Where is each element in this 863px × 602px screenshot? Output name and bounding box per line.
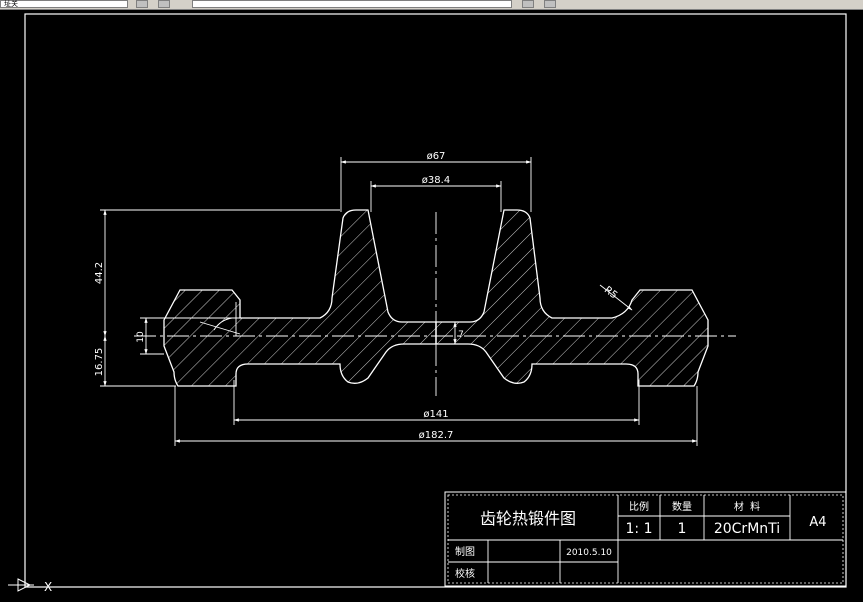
quantity-value: 1 (678, 521, 687, 537)
dim-overall-diameter: ø182.7 (419, 430, 454, 441)
material-value: 20CrMnTi (714, 521, 780, 537)
cad-drawing-canvas[interactable]: ø67 ø38.4 44.2 10 16.75 7 R5 ø141 ø182.7… (0, 0, 863, 602)
dim-fillet-radius: R5 (602, 285, 619, 302)
title-block: 齿轮热锻件图 比例 数量 材 料 1: 1 1 20CrMnTi A4 制图 校… (444, 491, 847, 587)
dim-web-thickness: 10 (136, 331, 146, 343)
ucs-icon (8, 578, 34, 592)
drawing-title: 齿轮热锻件图 (480, 509, 576, 528)
dim-hub-height: 44.2 (94, 262, 105, 284)
dim-rim-diameter: ø141 (423, 409, 448, 420)
drawing-date: 2010.5.10 (566, 548, 612, 558)
scale-label: 比例 (629, 500, 649, 513)
quantity-label: 数量 (672, 500, 692, 513)
drawn-by-label: 制图 (455, 545, 475, 558)
scale-value: 1: 1 (626, 521, 653, 537)
dim-top-outer-diameter: ø67 (427, 151, 446, 162)
ucs-axis-label: X (44, 580, 52, 594)
sheet-size: A4 (809, 515, 826, 530)
dim-center-offset: 7 (458, 330, 464, 340)
dim-lower-height: 16.75 (94, 348, 105, 377)
checked-by-label: 校核 (455, 567, 475, 580)
material-label: 材 料 (734, 500, 760, 513)
drawing-frame (24, 13, 847, 588)
dim-top-inner-diameter: ø38.4 (422, 175, 450, 186)
